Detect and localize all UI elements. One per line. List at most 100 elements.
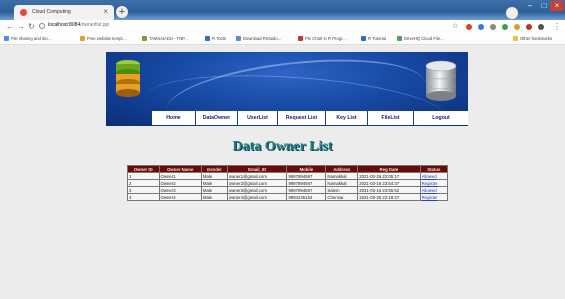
column-header: Gender: [201, 166, 227, 172]
cell-address: Namakkal: [326, 173, 358, 179]
database-stack-icon: [116, 60, 140, 97]
database-cylinder-icon: [425, 60, 457, 101]
cell-mobile: 9987894567: [287, 180, 326, 186]
back-arrow-icon[interactable]: ←: [6, 22, 14, 31]
minimize-icon[interactable]: –: [523, 1, 537, 11]
bookmark-item[interactable]: R Tools: [205, 36, 226, 41]
tab-close-icon[interactable]: ×: [103, 7, 108, 16]
url-host: localhost:8084: [48, 22, 81, 28]
cell-address: Namakkal: [326, 180, 358, 186]
url-field[interactable]: localhost:8084/ownerlist.jsp: [48, 22, 109, 28]
cell-owner-id: 3: [128, 187, 159, 193]
bookmark-favicon-icon: [298, 36, 303, 41]
cell-owner-name: Owner2: [159, 180, 201, 186]
menu-logout[interactable]: Logout: [414, 111, 468, 125]
extension-icon[interactable]: [538, 24, 544, 30]
cell-address: Chennai: [326, 194, 358, 200]
extension-icon[interactable]: [514, 24, 520, 30]
menu-user-list[interactable]: UserList: [238, 111, 278, 125]
cell-owner-name: Owner1: [159, 173, 201, 179]
cell-owner-id: 4: [128, 194, 159, 200]
menu-key-list[interactable]: Key List: [326, 111, 368, 125]
window-close-icon[interactable]: ×: [550, 1, 564, 11]
cell-mobile: 9987894567: [287, 173, 326, 179]
url-path: /ownerlist.jsp: [80, 22, 110, 28]
cell-gender: Male: [201, 194, 227, 200]
table-row: 4 Owner4 Male owner4@gmail.com 899424615…: [128, 194, 447, 200]
bookmark-item[interactable]: DriveHQ Cloud File...: [397, 36, 444, 41]
cell-reg-date: 2021-03-25 22:19:27: [358, 194, 420, 200]
reload-icon[interactable]: ↻: [28, 22, 35, 31]
menu-home[interactable]: Home: [152, 111, 196, 125]
new-tab-button[interactable]: +: [116, 6, 128, 18]
profile-avatar[interactable]: [506, 7, 518, 19]
extension-icon[interactable]: [502, 24, 508, 30]
menu-request-list[interactable]: Request List: [278, 111, 326, 125]
address-bar: ← → ↻ localhost:8084/ownerlist.jsp ☆ ⋮: [0, 20, 565, 34]
forward-arrow-icon[interactable]: →: [17, 22, 25, 31]
bookmark-item[interactable]: TAMILNADU - TNP...: [142, 36, 188, 41]
cell-email: owner2@gmail.com: [227, 180, 287, 186]
menu-data-owner[interactable]: DataOwner: [196, 111, 238, 125]
status-link[interactable]: Register: [420, 180, 447, 186]
browser-menu-icon[interactable]: ⋮: [553, 22, 561, 31]
bookmark-item[interactable]: Download RStudio...: [236, 36, 281, 41]
cell-owner-id: 1: [128, 173, 159, 179]
cell-reg-date: 2021-02-26 22:05:17: [358, 173, 420, 179]
cell-owner-name: Owner3: [159, 187, 201, 193]
extension-icon[interactable]: [478, 24, 484, 30]
extension-icon[interactable]: [466, 24, 472, 30]
extension-icon[interactable]: [526, 24, 532, 30]
bookmark-favicon-icon: [142, 36, 147, 41]
browser-tab[interactable]: Cloud Computing ×: [14, 5, 114, 20]
extension-icon[interactable]: [490, 24, 496, 30]
bookmark-item[interactable]: Pie Chart in R Progr...: [298, 36, 346, 41]
maximize-icon[interactable]: □: [537, 1, 551, 11]
menu-file-list[interactable]: FileList: [368, 111, 414, 125]
cell-gender: Male: [201, 180, 227, 186]
bookmark-favicon-icon: [236, 36, 241, 41]
cell-email: owner1@gmail.com: [227, 173, 287, 179]
bookmark-favicon-icon: [361, 36, 366, 41]
table-row: 3 Owner3 Male owner3@gmail.com 998789456…: [128, 187, 447, 193]
tab-title: Cloud Computing: [32, 9, 71, 15]
table-row: 1 Owner1 Male owner1@gmail.com 998789456…: [128, 173, 447, 179]
cell-email: owner4@gmail.com: [227, 194, 287, 200]
table-row: 2 Owner2 Male owner2@gmail.com 998789456…: [128, 180, 447, 186]
status-link[interactable]: Register: [420, 194, 447, 200]
cell-reg-date: 2021-03-16 23:55:52: [358, 187, 420, 193]
column-header: Owner Name: [159, 166, 201, 172]
site-info-icon[interactable]: [39, 23, 45, 29]
cell-owner-name: Owner4: [159, 194, 201, 200]
bookmark-star-icon[interactable]: ☆: [452, 22, 458, 30]
main-menu: Home DataOwner UserList Request List Key…: [152, 111, 468, 125]
bookmark-favicon-icon: [397, 36, 402, 41]
column-header: Status: [420, 166, 447, 172]
browser-titlebar: Cloud Computing × + – □ ×: [0, 0, 565, 20]
table-header-row: Owner ID Owner Name Gender Email_ID Mobi…: [128, 166, 447, 172]
bookmark-item[interactable]: Free website templ...: [80, 36, 126, 41]
cell-mobile: 9987894567: [287, 187, 326, 193]
cell-owner-id: 2: [128, 180, 159, 186]
folder-icon: [513, 36, 518, 41]
column-header: Owner ID: [128, 166, 159, 172]
cell-gender: Male: [201, 187, 227, 193]
bookmark-favicon-icon: [205, 36, 210, 41]
column-header: Reg Date: [358, 166, 420, 172]
bookmarks-bar: File sharing and sto... Free website tem…: [0, 34, 565, 45]
cell-gender: Male: [201, 173, 227, 179]
owner-table: Owner ID Owner Name Gender Email_ID Mobi…: [127, 165, 448, 201]
bookmark-favicon-icon: [80, 36, 85, 41]
column-header: Email_ID: [227, 166, 287, 172]
cell-mobile: 8994246154: [287, 194, 326, 200]
column-header: Address: [326, 166, 358, 172]
bookmark-favicon-icon: [4, 36, 9, 41]
bookmark-item[interactable]: R Tutorial: [361, 36, 386, 41]
bookmark-item[interactable]: File sharing and sto...: [4, 36, 51, 41]
status-link[interactable]: Allowed: [420, 173, 447, 179]
status-link[interactable]: Allowed: [420, 187, 447, 193]
cell-email: owner3@gmail.com: [227, 187, 287, 193]
page-title: Data Owner List: [232, 139, 333, 154]
cell-reg-date: 2021-03-16 23:54:37: [358, 180, 420, 186]
other-bookmarks[interactable]: Other bookmarks: [513, 36, 552, 41]
